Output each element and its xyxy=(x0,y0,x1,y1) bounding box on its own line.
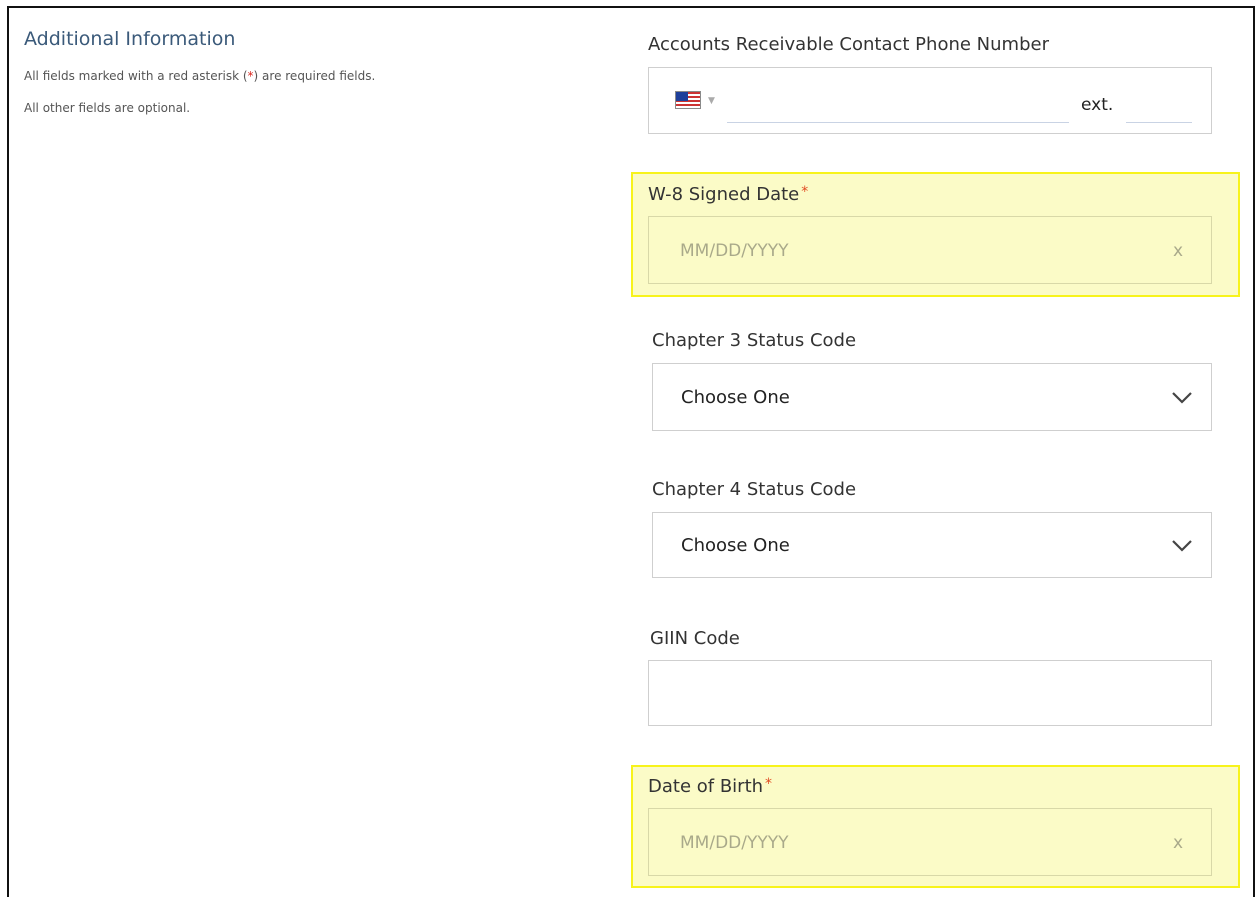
w8-date-clear-button[interactable]: x xyxy=(1173,241,1183,261)
required-note-prefix: All fields marked with a red asterisk ( xyxy=(24,69,248,83)
chapter4-select[interactable]: Choose One xyxy=(652,512,1212,578)
phone-number-input[interactable] xyxy=(727,122,1069,123)
flag-caret-icon[interactable]: ▼ xyxy=(708,96,715,106)
section-intro: Additional Information All fields marked… xyxy=(24,28,424,132)
required-note-suffix: ) are required fields. xyxy=(253,69,376,83)
us-flag-icon[interactable] xyxy=(675,91,701,109)
w8-date-placeholder: MM/DD/YYYY xyxy=(680,241,789,261)
chevron-down-icon[interactable] xyxy=(1171,391,1193,405)
chapter3-label: Chapter 3 Status Code xyxy=(652,330,857,351)
w8-date-input[interactable]: MM/DD/YYYY x xyxy=(648,216,1212,284)
section-title: Additional Information xyxy=(24,28,236,50)
dob-label: Date of Birth * xyxy=(648,776,772,797)
chapter3-selected: Choose One xyxy=(681,387,790,408)
phone-ext-input[interactable] xyxy=(1126,122,1192,123)
phone-field: ▼ ext. xyxy=(648,67,1212,134)
w8-date-label: W-8 Signed Date * xyxy=(648,184,808,205)
phone-label: Accounts Receivable Contact Phone Number xyxy=(648,34,1049,55)
dob-clear-button[interactable]: x xyxy=(1173,833,1183,853)
required-asterisk: * xyxy=(801,184,809,200)
chevron-down-icon[interactable] xyxy=(1171,539,1193,553)
dob-placeholder: MM/DD/YYYY xyxy=(680,833,789,853)
required-asterisk: * xyxy=(765,776,773,792)
chapter3-select[interactable]: Choose One xyxy=(652,363,1212,431)
ext-label: ext. xyxy=(1081,95,1114,115)
required-note: All fields marked with a red asterisk (*… xyxy=(24,68,404,84)
page-frame xyxy=(7,6,1255,897)
giin-label: GIIN Code xyxy=(650,628,740,649)
dob-label-text: Date of Birth xyxy=(648,776,764,797)
optional-note: All other fields are optional. xyxy=(24,101,191,115)
dob-input[interactable]: MM/DD/YYYY x xyxy=(648,808,1212,876)
chapter4-label: Chapter 4 Status Code xyxy=(652,479,857,500)
w8-date-label-text: W-8 Signed Date xyxy=(648,184,800,205)
giin-input[interactable] xyxy=(648,660,1212,726)
chapter4-selected: Choose One xyxy=(681,535,790,556)
